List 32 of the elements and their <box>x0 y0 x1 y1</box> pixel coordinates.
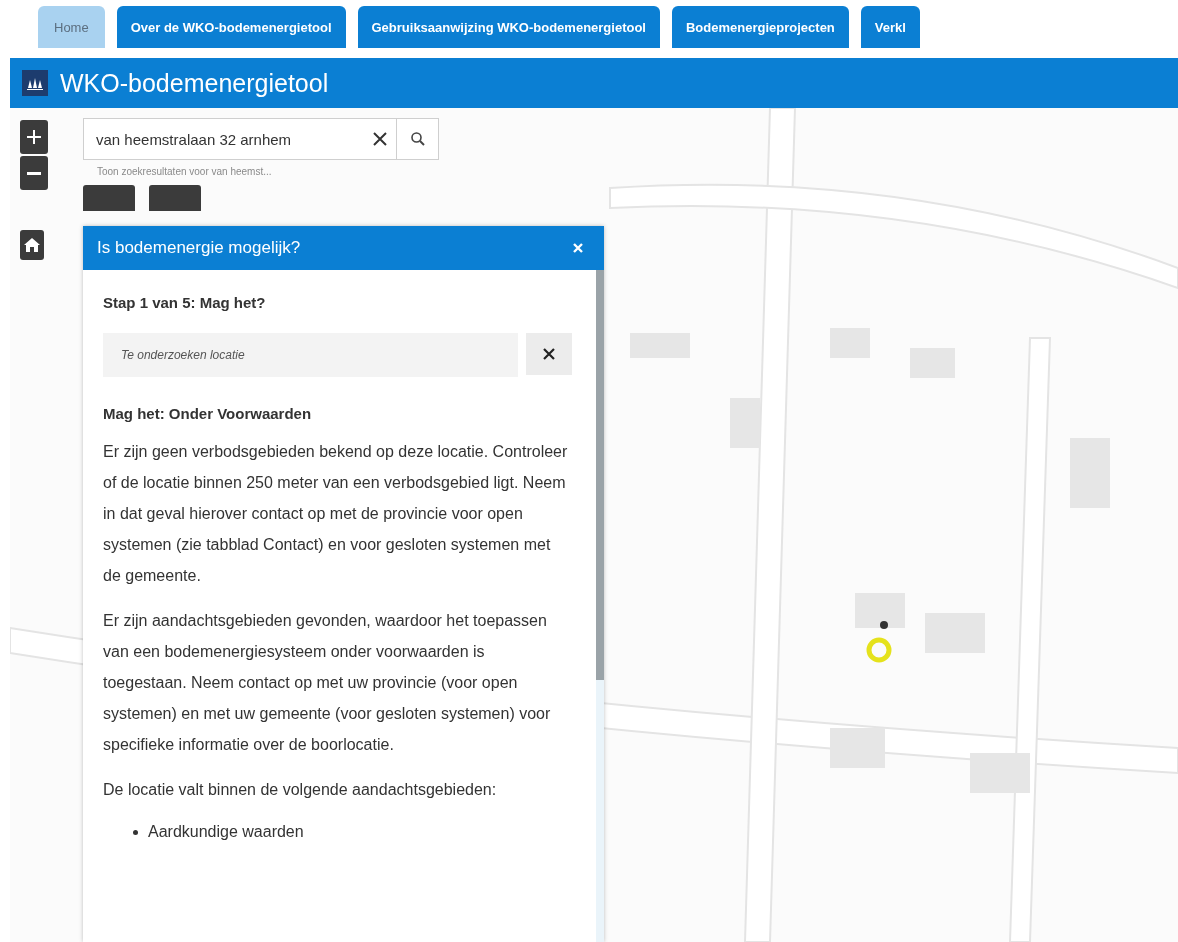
step-heading: Stap 1 van 5: Mag het? <box>103 294 266 311</box>
tab[interactable]: Gebruiksaanwijzing WKO-bodemenergietool <box>357 6 660 48</box>
crest-logo-icon <box>22 70 48 96</box>
search-input[interactable]: van heemstralaan 32 arnhem <box>84 129 364 149</box>
clear-icon[interactable] <box>372 131 388 147</box>
clear-location-button[interactable] <box>526 333 572 375</box>
tab[interactable]: Home <box>38 6 105 48</box>
bullet-icon <box>133 829 138 835</box>
list-item: Aardkundige waarden <box>148 823 304 841</box>
app-title: WKO-bodemenergietool <box>60 68 329 98</box>
close-icon <box>542 347 556 361</box>
home-button[interactable] <box>20 230 44 260</box>
paragraph: De locatie valt binnen de volgende aandachtsgebieden: <box>103 780 498 800</box>
zoom-in-button[interactable] <box>20 120 48 154</box>
tab[interactable]: Over de WKO-bodemenergietool <box>116 6 346 48</box>
paragraph: Er zijn aandachtsgebieden gevonden, waardoor het toepassen van een bodemenergiesysteem onder voorwaarden is toegestaan. Neem contact op met uw provincie (voor open systemen) en met uw gemeente (voor gesloten systemen) voor specifieke informatie over de boorlocatie. <box>103 611 552 755</box>
location-marker-icon <box>866 620 894 664</box>
home-icon <box>23 236 41 254</box>
search-hint[interactable]: Toon zoekresultaten voor van heemst... <box>97 166 272 177</box>
search-icon <box>409 131 426 147</box>
zoom-out-button[interactable] <box>20 156 48 190</box>
panel-title: Is bodemenergie mogelijk? <box>97 238 301 258</box>
plus-icon <box>26 129 42 145</box>
scrollbar[interactable] <box>596 270 604 680</box>
close-icon[interactable] <box>572 242 584 254</box>
tab[interactable]: Verkl <box>860 6 920 48</box>
search-field[interactable]: van heemstralaan 32 arnhem <box>83 118 439 160</box>
tab[interactable]: Bodemenergieprojecten <box>672 6 849 48</box>
result-heading: Mag het: Onder Voorwaarden <box>103 405 312 422</box>
location-field[interactable]: Te onderzoeken locatie <box>103 333 518 377</box>
minus-icon <box>27 171 41 175</box>
paragraph: Er zijn geen verbodsgebieden bekend op deze locatie. Controleer of de locatie binnen 250 meter van een verbodsgebied ligt. Neem in dat geval hierover contact op met de provincie voor open systemen (zie tabblad Contact) en voor gesloten systemen met de gemeente. <box>103 442 569 586</box>
